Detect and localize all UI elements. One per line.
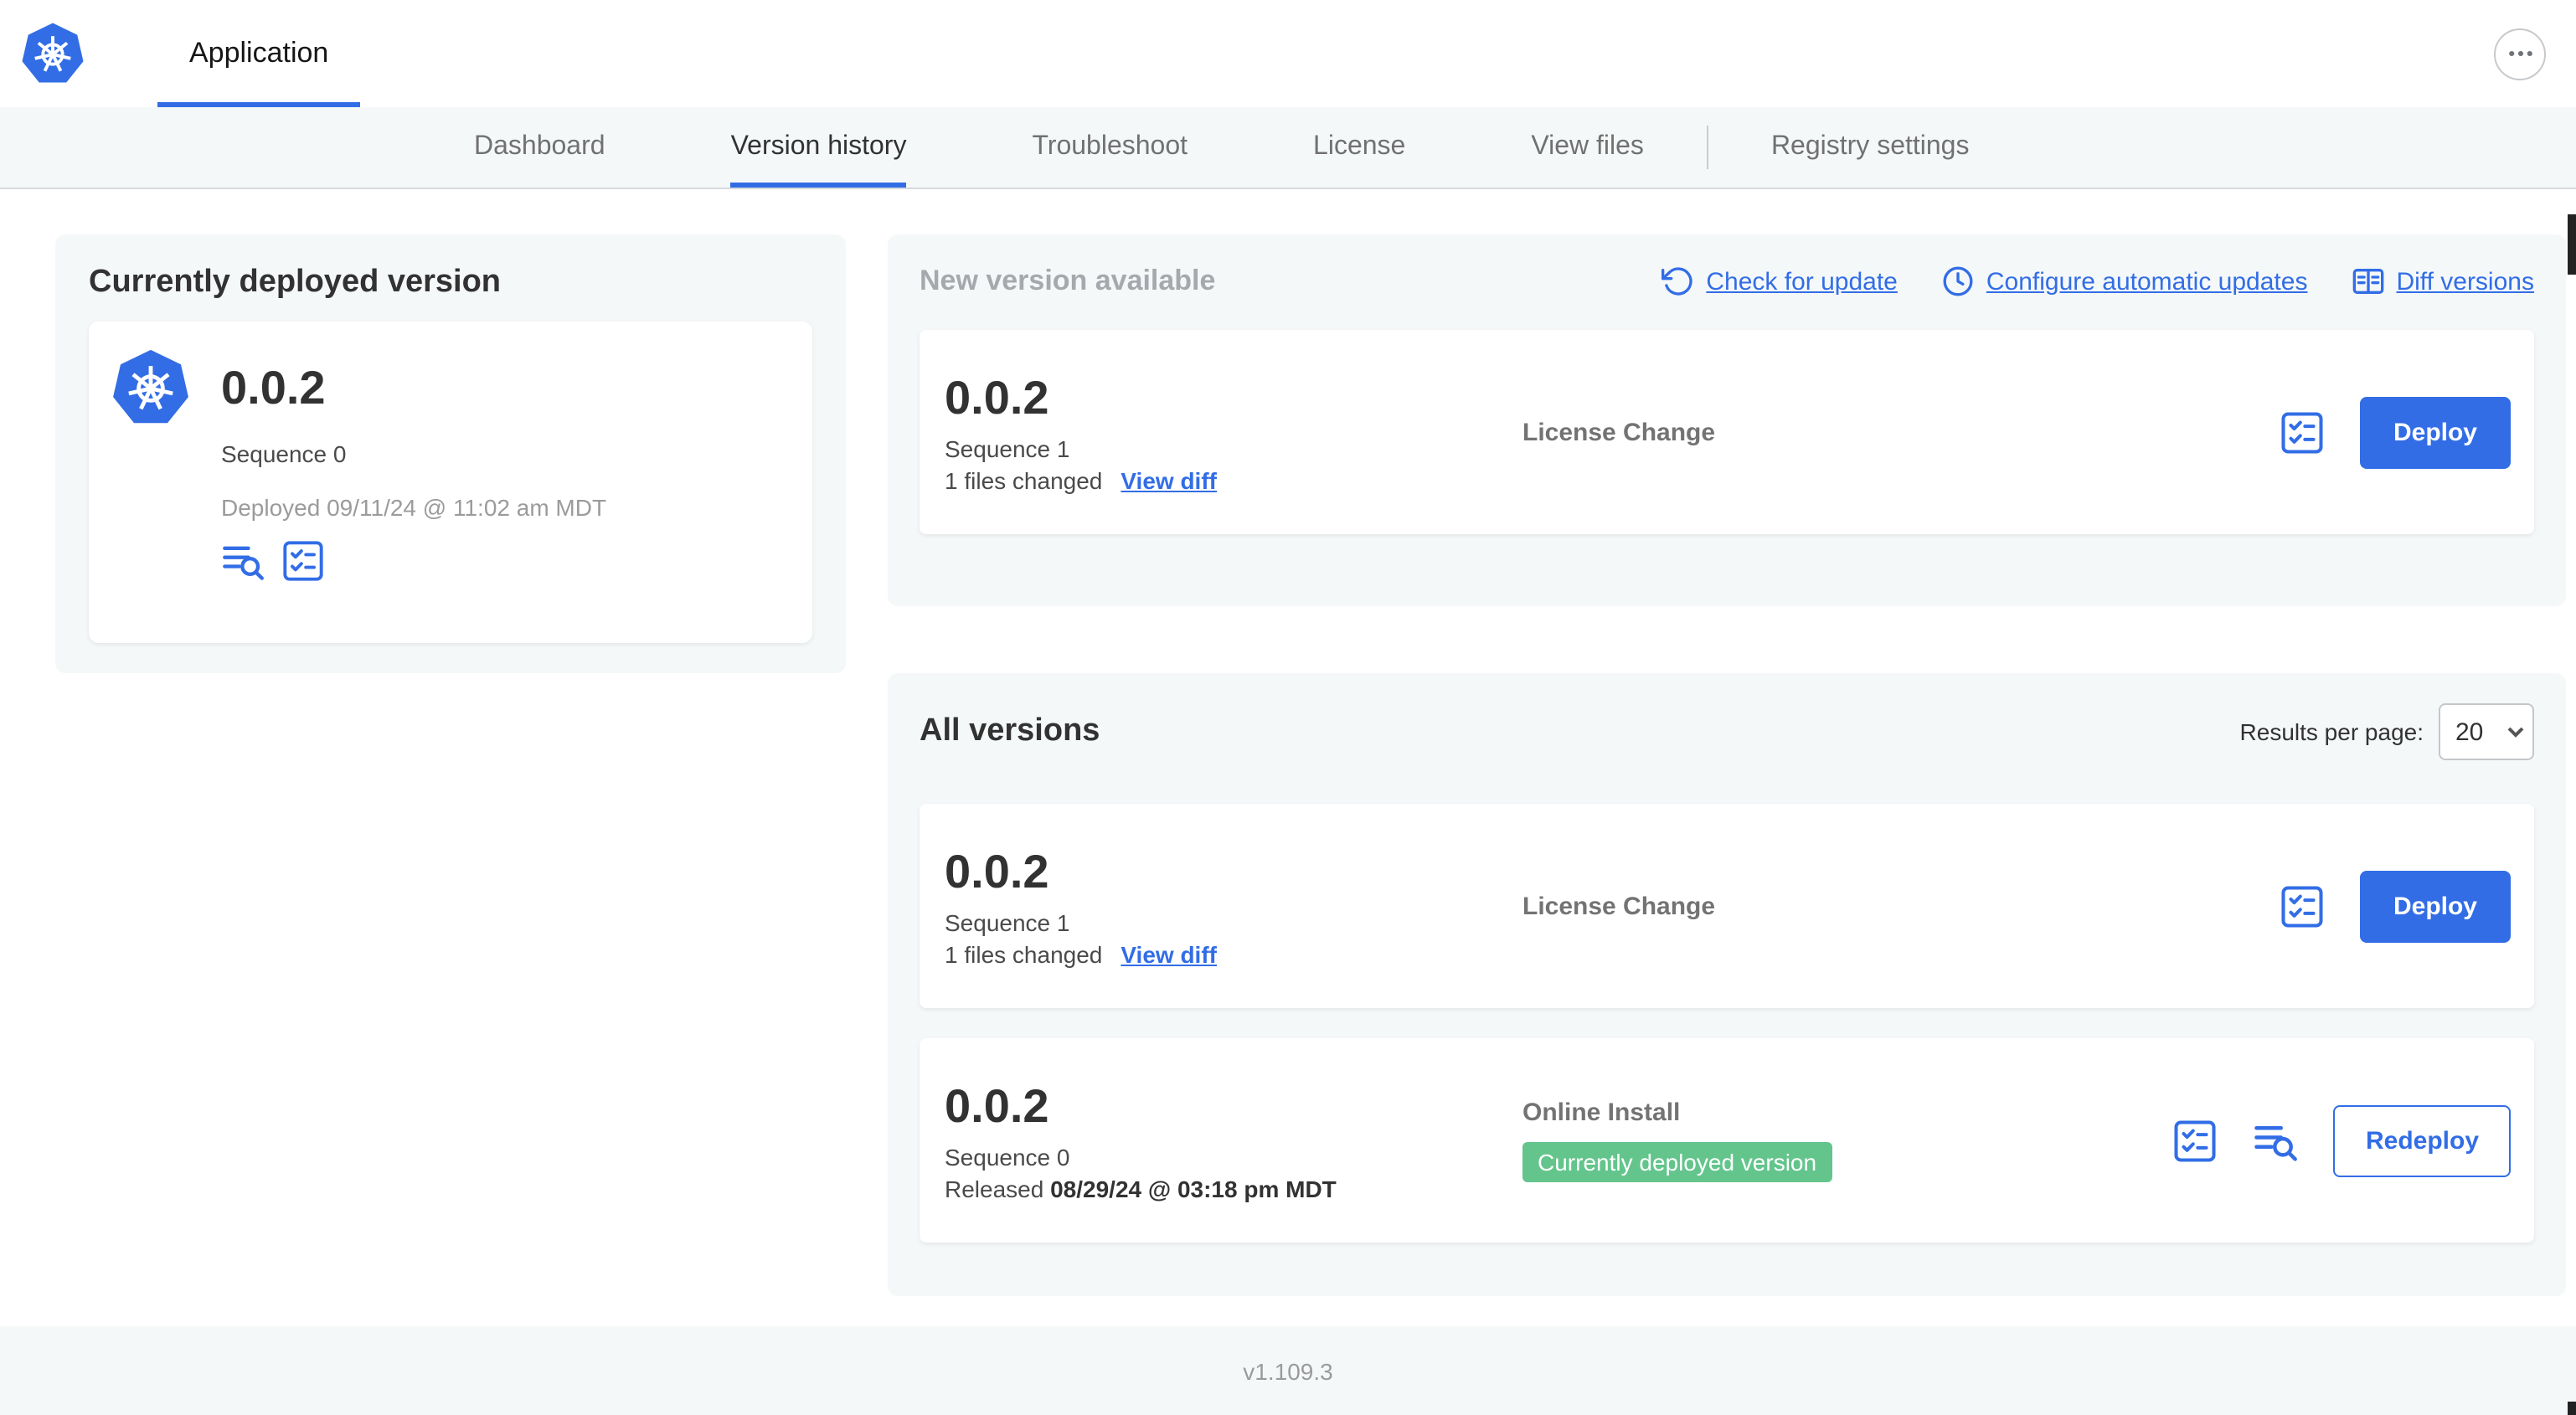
active-app-underline: [157, 102, 361, 107]
version-number: 0.0.2: [945, 371, 1049, 423]
view-config-button[interactable]: [281, 539, 325, 583]
all-versions-title: All versions: [920, 713, 1100, 749]
view-config-button[interactable]: [2280, 409, 2325, 455]
version-sequence: Sequence 0: [945, 1143, 1070, 1170]
new-version-card: New version available Check for update C…: [888, 234, 2566, 606]
main-content: Currently deployed version 0.0.2 Sequenc…: [0, 189, 2576, 1296]
checklist-icon: [283, 541, 323, 581]
currently-deployed-title: Currently deployed version: [89, 265, 502, 300]
configure-automatic-updates-link[interactable]: Configure automatic updates: [1941, 265, 2307, 298]
page-footer: v1.109.3: [0, 1326, 2576, 1415]
diff-icon: [2352, 269, 2383, 294]
version-source: Online Install: [1522, 1099, 1681, 1127]
clock-refresh-icon: [1943, 266, 1973, 296]
deploy-button[interactable]: Deploy: [2359, 870, 2511, 942]
kubernetes-logo-icon: [111, 348, 191, 429]
app-window: Application Dashboard Version history Tr…: [0, 0, 2576, 1415]
nav-divider: [1707, 126, 1709, 169]
refresh-icon: [1661, 267, 1692, 296]
view-logs-button[interactable]: [221, 539, 265, 583]
kubernetes-logo-icon: [20, 21, 85, 86]
released-timestamp: Released 08/29/24 @ 03:18 pm MDT: [945, 1175, 1337, 1201]
currently-deployed-badge: Currently deployed version: [1522, 1142, 1832, 1182]
scrollbar-thumb[interactable]: [2568, 214, 2576, 275]
app-title-tab[interactable]: Application: [157, 0, 361, 107]
top-bar: Application: [0, 0, 2576, 107]
view-config-button[interactable]: [2173, 1118, 2218, 1163]
diff-versions-link[interactable]: Diff versions: [2351, 265, 2534, 298]
version-list: 0.0.2 Sequence 1 1 files changed View di…: [920, 804, 2534, 1243]
version-row: 0.0.2 Sequence 0 Released 08/29/24 @ 03:…: [920, 1038, 2534, 1243]
tab-registry-settings[interactable]: Registry settings: [1771, 107, 1970, 188]
app-title: Application: [189, 37, 329, 69]
new-version-row: 0.0.2 Sequence 1 1 files changed View di…: [920, 330, 2534, 534]
all-versions-card: All versions Results per page: 20 0.0.2 …: [888, 673, 2566, 1296]
version-source: License Change: [1522, 892, 1716, 920]
logs-icon: [223, 546, 264, 580]
version-row: 0.0.2 Sequence 1 1 files changed View di…: [920, 804, 2534, 1008]
check-for-update-link[interactable]: Check for update: [1661, 265, 1898, 298]
console-version: v1.109.3: [1243, 1357, 1333, 1384]
tab-version-history[interactable]: Version history: [730, 107, 907, 188]
deploy-button[interactable]: Deploy: [2359, 396, 2511, 468]
tab-troubleshoot[interactable]: Troubleshoot: [1032, 107, 1188, 188]
results-per-page-select[interactable]: 20: [2439, 703, 2534, 760]
deployed-version-number: 0.0.2: [221, 362, 326, 414]
view-diff-link[interactable]: View diff: [1121, 940, 1217, 967]
version-source: License Change: [1522, 418, 1716, 446]
redeploy-button[interactable]: Redeploy: [2333, 1104, 2511, 1176]
app-nav-tabs: Dashboard Version history Troubleshoot L…: [0, 107, 2576, 189]
tab-view-files[interactable]: View files: [1531, 107, 1644, 188]
view-logs-button[interactable]: [2254, 1118, 2299, 1163]
results-per-page-label: Results per page:: [2239, 718, 2424, 745]
checklist-icon: [2175, 1119, 2217, 1161]
new-version-title: New version available: [920, 265, 1216, 296]
right-column: New version available Check for update C…: [888, 234, 2566, 1296]
tab-license[interactable]: License: [1313, 107, 1405, 188]
currently-deployed-card: Currently deployed version 0.0.2 Sequenc…: [55, 234, 846, 673]
checklist-icon: [2281, 411, 2323, 453]
currently-deployed-inner-card: 0.0.2 Sequence 0 Deployed 09/11/24 @ 11:…: [89, 322, 812, 643]
version-sequence: Sequence 1: [945, 908, 1070, 935]
version-number: 0.0.2: [945, 1079, 1049, 1131]
ellipsis-menu-button[interactable]: [2494, 28, 2546, 80]
deployed-sequence: Sequence 0: [221, 440, 347, 467]
logs-icon: [2255, 1125, 2298, 1160]
checklist-icon: [2281, 885, 2323, 927]
scrollbar-thumb[interactable]: [2568, 1402, 2576, 1415]
deployed-timestamp: Deployed 09/11/24 @ 11:02 am MDT: [221, 494, 607, 521]
tab-dashboard[interactable]: Dashboard: [474, 107, 605, 188]
files-changed-text: 1 files changed: [945, 466, 1103, 493]
files-changed-text: 1 files changed: [945, 940, 1103, 967]
ellipsis-icon: [2508, 50, 2532, 57]
version-sequence: Sequence 1: [945, 435, 1070, 461]
view-config-button[interactable]: [2280, 883, 2325, 929]
version-number: 0.0.2: [945, 845, 1049, 897]
view-diff-link[interactable]: View diff: [1121, 466, 1217, 493]
